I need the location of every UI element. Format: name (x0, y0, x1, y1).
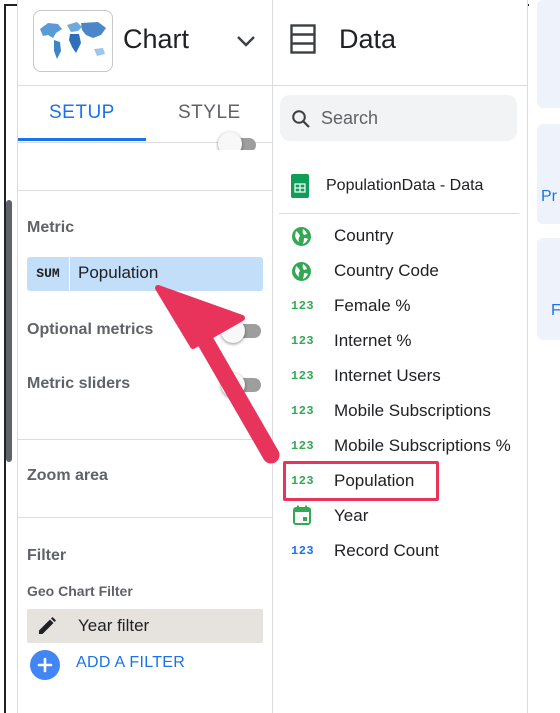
data-panel-header: Data (273, 0, 527, 86)
globe-icon (292, 262, 311, 281)
tab-style[interactable]: STYLE (178, 102, 241, 124)
number-type-icon: 123 (291, 369, 315, 383)
plus-icon (30, 650, 60, 680)
data-panel-title: Data (339, 24, 397, 54)
metric-sliders-label: Metric sliders (27, 375, 131, 392)
section-divider (18, 439, 273, 440)
right-panel-partial: Pr F (529, 0, 560, 713)
google-sheets-icon (291, 174, 309, 198)
panel-resize-handle[interactable] (6, 200, 12, 462)
chevron-down-icon[interactable] (233, 28, 259, 54)
field-label: Country (334, 226, 394, 245)
number-type-icon: 123 (291, 334, 315, 348)
right-card-text: F (551, 302, 560, 319)
zoom-area-label[interactable]: Zoom area (27, 467, 108, 485)
right-card[interactable] (537, 0, 560, 108)
geo-chart-filter-label: Geo Chart Filter (27, 583, 133, 599)
metric-chip-population[interactable]: SUM Population (27, 257, 263, 291)
field-label: Internet Users (334, 366, 441, 385)
data-source-name: PopulationData - Data (326, 177, 484, 194)
filter-section-label: Filter (27, 547, 67, 564)
tab-setup[interactable]: SETUP (49, 102, 115, 124)
right-card[interactable]: Pr (537, 124, 560, 224)
field-label: Mobile Subscriptions % (334, 436, 511, 455)
number-type-icon: 123 (291, 404, 315, 418)
aggregation-badge[interactable]: SUM (27, 257, 70, 291)
field-label: Year (334, 506, 369, 525)
chart-properties-panel: Chart SETUP STYLE Metric SUM Population … (17, 0, 273, 713)
section-divider (18, 517, 273, 518)
field-label: Female % (334, 296, 411, 315)
section-divider (279, 213, 519, 214)
year-filter-chip[interactable]: Year filter (27, 609, 263, 643)
optional-metrics-label: Optional metrics (27, 321, 154, 338)
number-type-icon: 123 (291, 299, 315, 313)
globe-icon (292, 227, 311, 246)
metric-field-name: Population (78, 263, 159, 282)
number-type-icon: 123 (291, 439, 315, 453)
filter-name: Year filter (78, 616, 150, 635)
scrolled-toggle-switch[interactable] (216, 128, 256, 150)
population-field-highlight (283, 461, 439, 501)
optional-metrics-toggle[interactable] (221, 319, 261, 343)
field-label: Mobile Subscriptions (334, 401, 491, 420)
pencil-icon[interactable] (37, 616, 57, 636)
right-card[interactable]: F (537, 238, 560, 340)
add-filter-label: ADD A FILTER (76, 654, 186, 671)
number-type-icon: 123 (291, 544, 315, 558)
search-icon (292, 110, 310, 128)
chart-type-selector[interactable]: Chart (18, 0, 273, 86)
calendar-icon (293, 505, 311, 525)
metric-sliders-toggle[interactable] (221, 373, 261, 397)
metric-section-label: Metric (27, 219, 75, 236)
table-icon (290, 24, 316, 54)
right-card-text: Pr (541, 188, 557, 205)
data-panel: Data Search PopulationData - Data Countr… (273, 0, 528, 713)
section-divider (18, 190, 273, 191)
chart-type-label: Chart (123, 24, 190, 54)
search-placeholder: Search (321, 108, 379, 128)
search-input[interactable]: Search (280, 95, 517, 141)
geo-chart-thumbnail-icon (33, 10, 113, 72)
field-label: Internet % (334, 331, 412, 350)
field-label: Record Count (334, 541, 439, 560)
field-label: Country Code (334, 261, 439, 280)
active-tab-indicator (18, 138, 146, 141)
